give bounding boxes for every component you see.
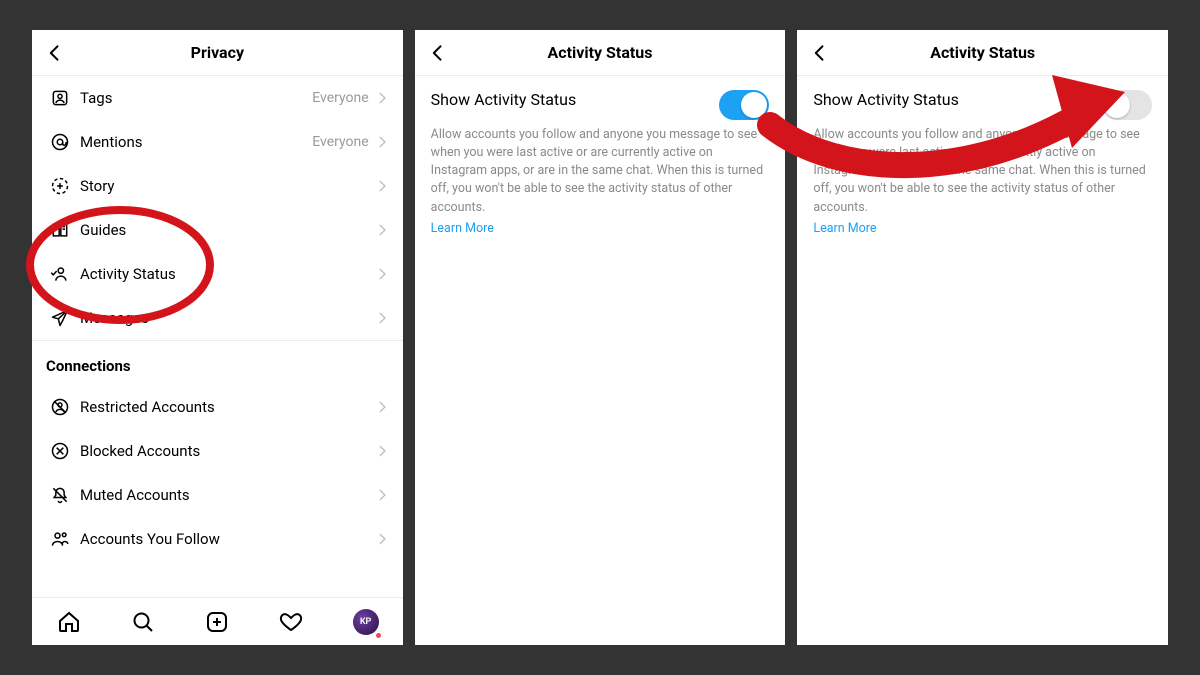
messages-icon xyxy=(46,308,74,328)
settings-list: Tags Everyone Mentions Everyone Story xyxy=(32,76,403,597)
page-title: Activity Status xyxy=(797,43,1168,62)
back-button[interactable] xyxy=(423,43,453,63)
learn-more-link[interactable]: Learn More xyxy=(431,221,494,236)
settings-row-tags[interactable]: Tags Everyone xyxy=(32,76,403,120)
back-button[interactable] xyxy=(805,43,835,63)
restricted-icon xyxy=(46,397,74,417)
activity-status-icon xyxy=(46,264,74,284)
activity-status-screen-on: Activity Status Show Activity Status All… xyxy=(415,30,786,645)
chevron-right-icon xyxy=(375,91,389,105)
chevron-left-icon xyxy=(810,43,830,63)
tab-create[interactable] xyxy=(197,602,237,642)
row-label: Guides xyxy=(74,221,375,239)
row-value: Everyone xyxy=(312,134,374,150)
chevron-right-icon xyxy=(375,135,389,149)
home-icon xyxy=(57,610,81,634)
toggle-knob-icon xyxy=(1104,92,1130,118)
settings-row-blocked[interactable]: Blocked Accounts xyxy=(32,429,403,473)
settings-row-messages[interactable]: Messages xyxy=(32,296,403,340)
header-bar: Activity Status xyxy=(415,30,786,76)
chevron-left-icon xyxy=(428,43,448,63)
plus-square-icon xyxy=(205,610,229,634)
row-label: Blocked Accounts xyxy=(74,442,375,460)
section-header-connections: Connections xyxy=(32,340,403,385)
activity-status-toggle[interactable] xyxy=(1102,90,1152,120)
accounts-follow-icon xyxy=(46,529,74,549)
row-label: Muted Accounts xyxy=(74,486,375,504)
chevron-right-icon xyxy=(375,400,389,414)
settings-row-mentions[interactable]: Mentions Everyone xyxy=(32,120,403,164)
tab-bar: KP xyxy=(32,597,403,645)
blocked-icon xyxy=(46,441,74,461)
activity-status-toggle[interactable] xyxy=(719,90,769,120)
settings-row-activity-status[interactable]: Activity Status xyxy=(32,252,403,296)
back-button[interactable] xyxy=(40,43,70,63)
tab-home[interactable] xyxy=(49,602,89,642)
activity-status-screen-off: Activity Status Show Activity Status All… xyxy=(797,30,1168,645)
page-title: Activity Status xyxy=(415,43,786,62)
privacy-screen: Privacy Tags Everyone Mentions Everyone xyxy=(32,30,403,645)
header-bar: Activity Status xyxy=(797,30,1168,76)
settings-row-restricted[interactable]: Restricted Accounts xyxy=(32,385,403,429)
setting-description: Allow accounts you follow and anyone you… xyxy=(813,126,1152,217)
row-label: Activity Status xyxy=(74,265,375,283)
chevron-right-icon xyxy=(375,179,389,193)
header-bar: Privacy xyxy=(32,30,403,76)
tags-icon xyxy=(46,88,74,108)
notification-dot-icon xyxy=(376,633,381,638)
search-icon xyxy=(131,610,155,634)
chevron-right-icon xyxy=(375,267,389,281)
story-icon xyxy=(46,176,74,196)
setting-description: Allow accounts you follow and anyone you… xyxy=(431,126,770,217)
row-value: Everyone xyxy=(312,90,374,106)
setting-panel: Show Activity Status Allow accounts you … xyxy=(415,76,786,236)
tab-search[interactable] xyxy=(123,602,163,642)
chevron-right-icon xyxy=(375,444,389,458)
toggle-knob-icon xyxy=(741,92,767,118)
tab-activity[interactable] xyxy=(271,602,311,642)
row-label: Tags xyxy=(74,89,312,107)
chevron-left-icon xyxy=(45,43,65,63)
settings-row-guides[interactable]: Guides xyxy=(32,208,403,252)
heart-icon xyxy=(279,610,303,634)
setting-title: Show Activity Status xyxy=(813,90,1092,109)
chevron-right-icon xyxy=(375,311,389,325)
row-label: Messages xyxy=(74,309,375,327)
page-title: Privacy xyxy=(32,43,403,62)
chevron-right-icon xyxy=(375,488,389,502)
settings-row-muted[interactable]: Muted Accounts xyxy=(32,473,403,517)
row-label: Story xyxy=(74,177,375,195)
row-label: Restricted Accounts xyxy=(74,398,375,416)
muted-icon xyxy=(46,485,74,505)
settings-row-story[interactable]: Story xyxy=(32,164,403,208)
guides-icon xyxy=(46,220,74,240)
mentions-icon xyxy=(46,132,74,152)
tab-profile[interactable]: KP xyxy=(346,602,386,642)
setting-title: Show Activity Status xyxy=(431,90,710,109)
row-label: Accounts You Follow xyxy=(74,530,375,548)
profile-avatar: KP xyxy=(353,609,379,635)
learn-more-link[interactable]: Learn More xyxy=(813,221,876,236)
chevron-right-icon xyxy=(375,532,389,546)
setting-panel: Show Activity Status Allow accounts you … xyxy=(797,76,1168,236)
row-label: Mentions xyxy=(74,133,312,151)
chevron-right-icon xyxy=(375,223,389,237)
settings-row-accounts-follow[interactable]: Accounts You Follow xyxy=(32,517,403,561)
